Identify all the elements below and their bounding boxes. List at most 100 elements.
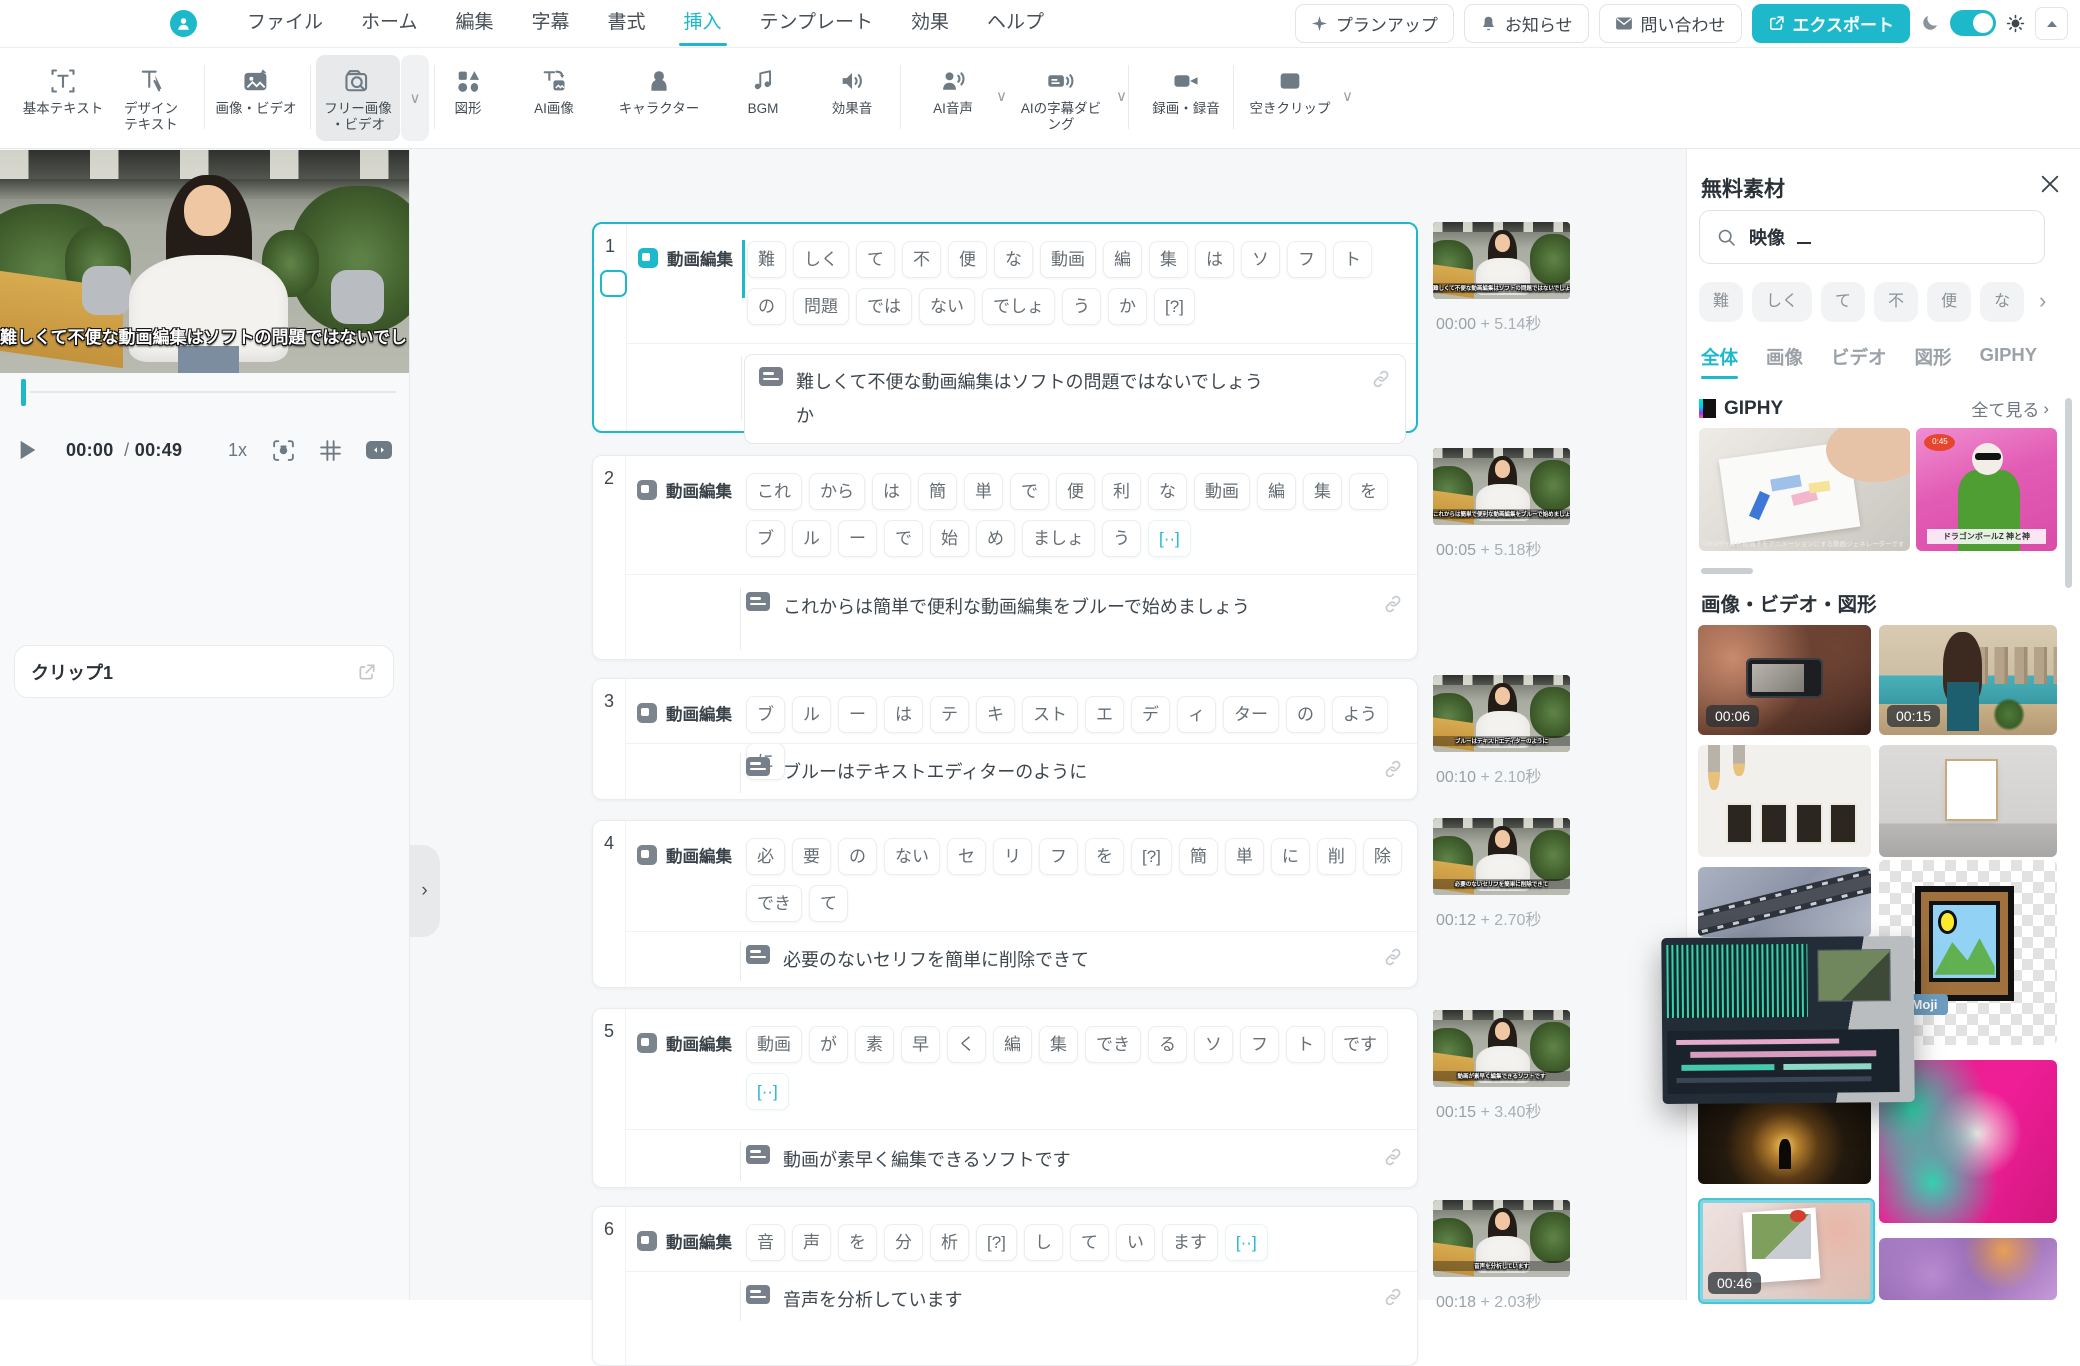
word-chip[interactable]: ソ — [1194, 1026, 1233, 1063]
word-chip[interactable]: を — [1085, 838, 1124, 875]
word-chip[interactable]: です — [1332, 1026, 1388, 1063]
tool-record[interactable]: 録画・録音 — [1140, 55, 1232, 141]
contact-button[interactable]: 問い合わせ — [1599, 4, 1742, 43]
word-chip[interactable]: ソ — [1241, 241, 1280, 278]
close-icon[interactable] — [2039, 173, 2061, 195]
tab-videos[interactable]: ビデオ — [1831, 344, 1887, 379]
clip-type-label[interactable]: 動画編集 — [637, 1229, 732, 1253]
asset-image-blank-frame[interactable] — [1879, 745, 2057, 857]
chips-scroll-right-button[interactable]: › — [2039, 288, 2046, 314]
tool-ai-image[interactable]: AI画像 — [518, 55, 590, 141]
menu-edit[interactable]: 編集 — [436, 0, 512, 46]
pip-icon[interactable] — [365, 439, 393, 461]
grid-icon[interactable] — [318, 438, 343, 463]
word-chip[interactable]: 音 — [746, 1224, 785, 1261]
word-chip[interactable]: く — [947, 1026, 986, 1063]
word-chip[interactable]: ブ — [746, 520, 785, 557]
word-chip[interactable]: ブ — [746, 696, 785, 733]
word-chip[interactable]: では — [856, 288, 912, 325]
ai-voice-dropdown[interactable]: ∨ — [996, 87, 1007, 105]
word-chip[interactable]: を — [838, 1224, 877, 1261]
subtitle-text[interactable]: 動画が素早く編集できるソフトです — [783, 1143, 1071, 1177]
tool-image-video[interactable]: 画像・ビデオ — [208, 55, 304, 141]
giphy-scrollbar[interactable] — [1701, 568, 1753, 574]
word-chip[interactable]: ー — [838, 696, 877, 733]
clip-type-label[interactable]: 動画編集 — [638, 246, 733, 270]
word-chip[interactable]: 析 — [930, 1224, 969, 1261]
word-chip[interactable]: 除 — [1363, 838, 1402, 875]
tool-shapes[interactable]: 図形 — [437, 55, 499, 141]
word-chip[interactable]: は — [884, 696, 923, 733]
tool-sfx[interactable]: 効果音 — [818, 55, 886, 141]
clip-thumbnail-6[interactable]: 音声を分析しています — [1433, 1200, 1570, 1277]
word-chip[interactable]: 利 — [1102, 473, 1141, 510]
link-icon[interactable] — [1383, 594, 1403, 614]
word-chip[interactable]: に — [1271, 838, 1310, 875]
subtitle-row[interactable]: 動画が素早く編集できるソフトです — [746, 1143, 1403, 1177]
word-chip[interactable]: キ — [976, 696, 1015, 733]
menu-template[interactable]: テンプレート — [741, 0, 892, 46]
word-chip[interactable]: デ — [1131, 696, 1170, 733]
word-chip[interactable]: フ — [1287, 241, 1326, 278]
word-chip[interactable]: 声 — [792, 1224, 831, 1261]
suggestion-chip[interactable]: な — [1980, 282, 2024, 322]
word-chip[interactable]: 編 — [1257, 473, 1296, 510]
word-chip[interactable]: て — [1070, 1224, 1109, 1261]
word-chip[interactable]: で — [884, 520, 923, 557]
tab-all[interactable]: 全体 — [1701, 344, 1738, 379]
play-button[interactable] — [18, 439, 38, 461]
suggestion-chip[interactable]: 便 — [1927, 282, 1971, 322]
empty-clip-dropdown[interactable]: ∨ — [1342, 87, 1353, 105]
word-chip[interactable]: し — [1024, 1224, 1063, 1261]
word-chip[interactable]: でしょ — [982, 288, 1055, 325]
word-chip[interactable]: ます — [1162, 1224, 1218, 1261]
word-chip[interactable]: 単 — [964, 473, 1003, 510]
word-chip[interactable]: か — [1108, 288, 1147, 325]
word-chip[interactable]: の — [838, 838, 877, 875]
word-chip[interactable]: ィ — [1177, 696, 1216, 733]
theme-toggle[interactable] — [1950, 10, 1996, 36]
word-chip[interactable]: 分 — [884, 1224, 923, 1261]
word-chip[interactable]: る — [1148, 1026, 1187, 1063]
tool-ai-dubbing[interactable]: AIの字幕ダビ ング — [1008, 55, 1114, 141]
subtitle-row[interactable]: ブルーはテキストエディターのように — [746, 755, 1403, 789]
word-chip[interactable]: セ — [947, 838, 986, 875]
word-chip[interactable]: 便 — [1056, 473, 1095, 510]
playhead-marker[interactable] — [21, 379, 26, 406]
word-chip[interactable]: から — [809, 473, 865, 510]
word-chip[interactable]: を — [1349, 473, 1388, 510]
menu-home[interactable]: ホーム — [342, 0, 436, 46]
word-chip[interactable]: [··] — [746, 1073, 789, 1110]
word-chip[interactable]: は — [872, 473, 911, 510]
subtitle-editor-box[interactable]: 難しくて不便な動画編集はソフトの問題ではないでしょうか — [744, 354, 1406, 444]
word-chip[interactable]: 動画 — [746, 1026, 802, 1063]
collapse-toolbar-button[interactable] — [2035, 7, 2068, 40]
menu-subtitle[interactable]: 字幕 — [512, 0, 588, 46]
expand-panel-button[interactable]: › — [409, 845, 440, 937]
tool-free-image-video[interactable]: フリー画像 ・ビデオ — [316, 55, 400, 141]
suggestion-chip[interactable]: て — [1821, 282, 1865, 322]
word-chip[interactable]: の — [747, 288, 786, 325]
word-chip[interactable]: 編 — [1103, 241, 1142, 278]
word-chip[interactable]: テ — [930, 696, 969, 733]
word-chip[interactable]: ト — [1286, 1026, 1325, 1063]
clip-thumbnail-5[interactable]: 動画が素早く編集できるソフトです — [1433, 1010, 1570, 1087]
export-button[interactable]: エクスポート — [1752, 4, 1911, 43]
word-chip[interactable]: 動画 — [1040, 241, 1096, 278]
clip-thumbnail-4[interactable]: 必要のないセリフを簡単に削除できて — [1433, 818, 1570, 895]
row-checkbox[interactable] — [600, 270, 627, 297]
asset-image-gallery-wall[interactable] — [1698, 745, 1871, 857]
word-chip[interactable]: 不 — [902, 241, 941, 278]
clip-card[interactable]: クリップ1 — [14, 645, 394, 698]
word-chip[interactable]: ル — [792, 696, 831, 733]
notifications-button[interactable]: お知らせ — [1464, 4, 1589, 43]
word-chip[interactable]: 要 — [792, 838, 831, 875]
asset-video-polaroid[interactable]: 00:46 — [1698, 1198, 1875, 1304]
word-chip[interactable]: [?] — [1131, 838, 1172, 875]
asset-image-film-strip[interactable] — [1698, 867, 1871, 937]
clip-thumbnail-1[interactable]: 難しくて不便な動画編集はソフトの問題ではないでしょうか — [1433, 222, 1570, 299]
tool-basic-text[interactable]: 基本テキスト — [17, 55, 109, 141]
word-chip[interactable]: 便 — [948, 241, 987, 278]
subtitle-text[interactable]: これからは簡単で便利な動画編集をブルーで始めましょう — [783, 590, 1250, 624]
word-chip[interactable]: ない — [919, 288, 975, 325]
